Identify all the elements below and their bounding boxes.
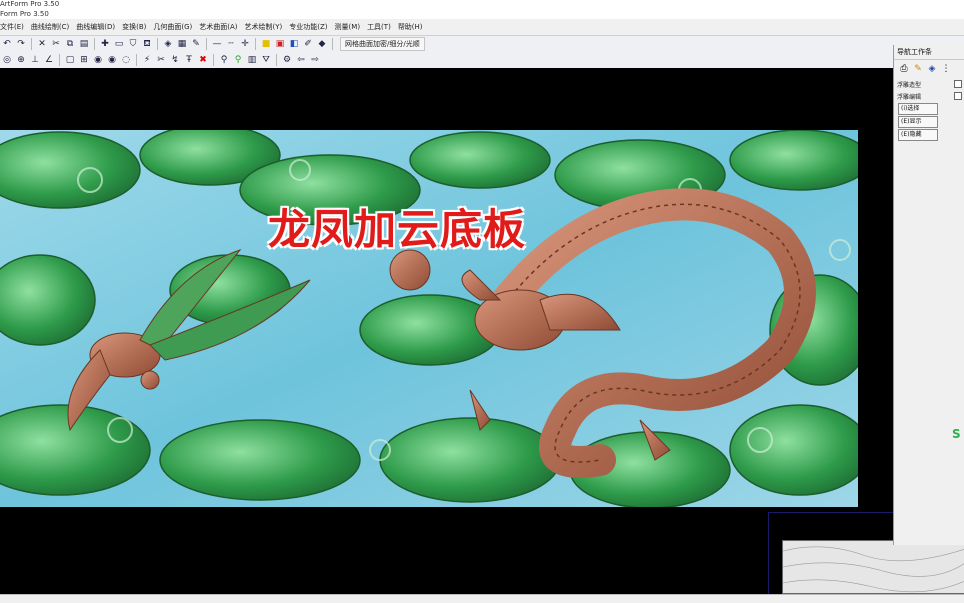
copy-icon[interactable]: ⧉ [64, 38, 76, 50]
watermark-logo-icon: S [952, 427, 961, 441]
edit-icon[interactable]: ✎ [912, 63, 924, 75]
window-title: ArtForm Pro 3.50 [0, 0, 964, 9]
layers-icon[interactable]: ◈ [926, 63, 938, 75]
toolbar-divider [276, 54, 277, 66]
mesh-refine-button[interactable]: 网格曲面加密/细分/光顺 [340, 37, 425, 51]
toolbar-divider [157, 38, 158, 50]
toolbar-divider [332, 38, 333, 50]
select-icon[interactable]: ▢ [64, 54, 76, 66]
paste-icon[interactable]: ▤ [78, 38, 90, 50]
layers-icon[interactable]: ▥ [246, 54, 258, 66]
brush-icon[interactable]: ✐ [302, 38, 314, 50]
scissors-icon[interactable]: ✂ [155, 54, 167, 66]
menu-help[interactable]: 帮助(H) [398, 22, 423, 32]
thumbnail-texture [783, 541, 964, 593]
toolbar-divider [31, 38, 32, 50]
fill-icon[interactable]: ◆ [316, 38, 328, 50]
color-palette-icon[interactable]: ▣ [274, 38, 286, 50]
toolbar-secondary: ◎ ⊕ ⊥ ∠ ▢ ⊞ ◉ ◉ ◌ ⚡ ✂ ↯ Ŧ ✖ ⚲ ⚲ ▥ ⛛ ⚙ ⇦ … [0, 52, 964, 69]
delete-icon[interactable]: ✕ [36, 38, 48, 50]
arrow-left-icon[interactable]: ⇦ [295, 54, 307, 66]
menu-transform[interactable]: 变换(B) [122, 22, 146, 32]
undo-icon[interactable]: ↶ [1, 38, 13, 50]
menu-measure[interactable]: 测量(M) [335, 22, 361, 32]
cube-icon[interactable]: ◈ [162, 38, 174, 50]
printer-icon[interactable]: ⎙ [898, 63, 910, 75]
toolbar-divider [213, 54, 214, 66]
eye-alt-icon[interactable]: ◉ [106, 54, 118, 66]
shield-icon[interactable]: ⛉ [127, 38, 139, 50]
crosshair-icon[interactable]: ✛ [239, 38, 251, 50]
gear-icon[interactable]: ⚙ [281, 54, 293, 66]
select-button[interactable]: (i)选择 [898, 103, 938, 115]
hide-button[interactable]: (E)隐藏 [898, 129, 938, 141]
toolbar-divider [206, 38, 207, 50]
show-button[interactable]: (E)显示 [898, 116, 938, 128]
line-icon[interactable]: — [211, 38, 223, 50]
angle-icon[interactable]: ∠ [43, 54, 55, 66]
panel-row-label: 浮雕造型 [897, 81, 922, 89]
menu-bar: 文件(E) 曲线绘制(C) 曲线编辑(D) 变换(B) 几何曲面(G) 艺术曲面… [0, 19, 964, 36]
relief-artwork [0, 130, 858, 507]
toolbar-divider [255, 38, 256, 50]
menu-curve-draw[interactable]: 曲线绘制(C) [31, 22, 69, 32]
close-icon[interactable]: ✖ [197, 54, 209, 66]
toolbar-main: ↶ ↷ ✕ ✂ ⧉ ▤ ✚ ▭ ⛉ ⛾ ◈ ▦ ✎ — ┄ ✛ ■ ▣ ◧ ✐ … [0, 36, 964, 53]
pen-icon[interactable]: ✎ [190, 38, 202, 50]
navigation-panel: 导航工作条 ⎙ ✎ ◈ ⋮ 浮雕造型 浮雕编辑 (i)选择 (E)显示 (E)隐… [893, 45, 964, 545]
circle-target-icon[interactable]: ◎ [1, 54, 13, 66]
toolbar-divider [136, 54, 137, 66]
crosshair-icon[interactable]: ✚ [99, 38, 111, 50]
color-swatch-icon[interactable]: ◧ [288, 38, 300, 50]
toolbar-divider [94, 38, 95, 50]
dash-line-icon[interactable]: ┄ [225, 38, 237, 50]
wand-icon[interactable]: ⚡ [141, 54, 153, 66]
view-box-icon[interactable]: ▭ [113, 38, 125, 50]
cup-icon[interactable]: ⛾ [141, 38, 153, 50]
menu-curve-edit[interactable]: 曲线编辑(D) [76, 22, 115, 32]
panel-row-label: 浮雕编辑 [897, 93, 922, 101]
eye-icon[interactable]: ◉ [92, 54, 104, 66]
menu-pro-function[interactable]: 专业功能(Z) [289, 22, 327, 32]
toolbar-divider [59, 54, 60, 66]
grid-icon[interactable]: ▦ [176, 38, 188, 50]
panel-title: 导航工作条 [894, 45, 964, 60]
pin-icon[interactable]: ⚲ [218, 54, 230, 66]
filter-icon[interactable]: ⛛ [260, 54, 272, 66]
redo-icon[interactable]: ↷ [15, 38, 27, 50]
panel-row-relief-edit[interactable]: 浮雕编辑 [894, 90, 964, 102]
bolt-icon[interactable]: ↯ [169, 54, 181, 66]
select-area-icon[interactable]: ⊞ [78, 54, 90, 66]
window-subtitle: Form Pro 3.50 [0, 9, 964, 19]
cut-icon[interactable]: ✂ [50, 38, 62, 50]
menu-tools[interactable]: 工具(T) [367, 22, 391, 32]
arrow-right-icon[interactable]: ⇨ [309, 54, 321, 66]
panel-icon-row: ⎙ ✎ ◈ ⋮ [894, 60, 964, 78]
thumbnail-preview [782, 540, 964, 594]
menu-file[interactable]: 文件(E) [0, 22, 24, 32]
color-yellow-icon[interactable]: ■ [260, 38, 272, 50]
panel-row-checkbox[interactable] [954, 92, 962, 100]
more-icon[interactable]: ⋮ [940, 63, 952, 75]
eye-off-icon[interactable]: ◌ [120, 54, 132, 66]
perpendicular-icon[interactable]: ⊥ [29, 54, 41, 66]
menu-art-surface[interactable]: 艺术曲面(A) [199, 22, 237, 32]
panel-row-checkbox[interactable] [954, 80, 962, 88]
snap-icon[interactable]: ⊕ [15, 54, 27, 66]
relief-title-overlay: 龙凤加云底板 [268, 205, 527, 254]
panel-row-relief-model[interactable]: 浮雕造型 [894, 78, 964, 90]
relief-preview-image [0, 130, 858, 507]
pin-green-icon[interactable]: ⚲ [232, 54, 244, 66]
text-icon[interactable]: Ŧ [183, 54, 195, 66]
menu-art-draw[interactable]: 艺术绘制(Y) [245, 22, 283, 32]
menu-geometry-surface[interactable]: 几何曲面(G) [153, 22, 192, 32]
